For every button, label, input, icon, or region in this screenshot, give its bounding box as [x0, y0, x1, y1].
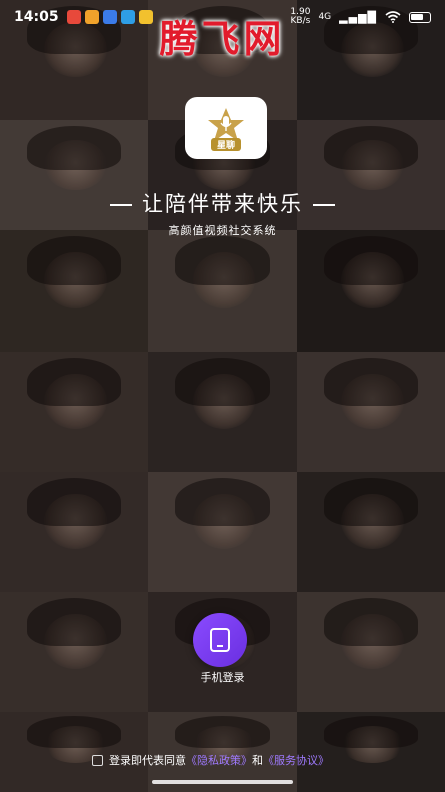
- home-indicator[interactable]: [152, 780, 293, 784]
- privacy-policy-link[interactable]: 《隐私政策》: [186, 754, 252, 767]
- service-agreement-link[interactable]: 《服务协议》: [263, 754, 329, 767]
- watermark-logo: 腾飞网: [159, 16, 286, 61]
- slogan-dash-left: [110, 204, 132, 206]
- logo-caption: 星聊: [210, 137, 241, 151]
- agreement-prefix: 登录即代表同意: [109, 754, 186, 767]
- slogan-dash-right: [313, 204, 335, 206]
- agreement-checkbox[interactable]: [92, 754, 103, 766]
- slogan: 让陪伴带来快乐: [0, 188, 445, 218]
- agreement-and: 和: [252, 754, 263, 767]
- subtitle: 高颜值视频社交系统: [168, 224, 277, 237]
- phone-login-label[interactable]: 手机登录: [0, 669, 445, 685]
- app-logo: 星聊: [185, 97, 267, 159]
- agreement-row: 登录即代表同意《隐私政策》和《服务协议》: [92, 752, 329, 768]
- slogan-text: 让陪伴带来快乐: [142, 192, 303, 216]
- phone-login-button[interactable]: [193, 613, 247, 667]
- tablet-icon: [210, 628, 230, 652]
